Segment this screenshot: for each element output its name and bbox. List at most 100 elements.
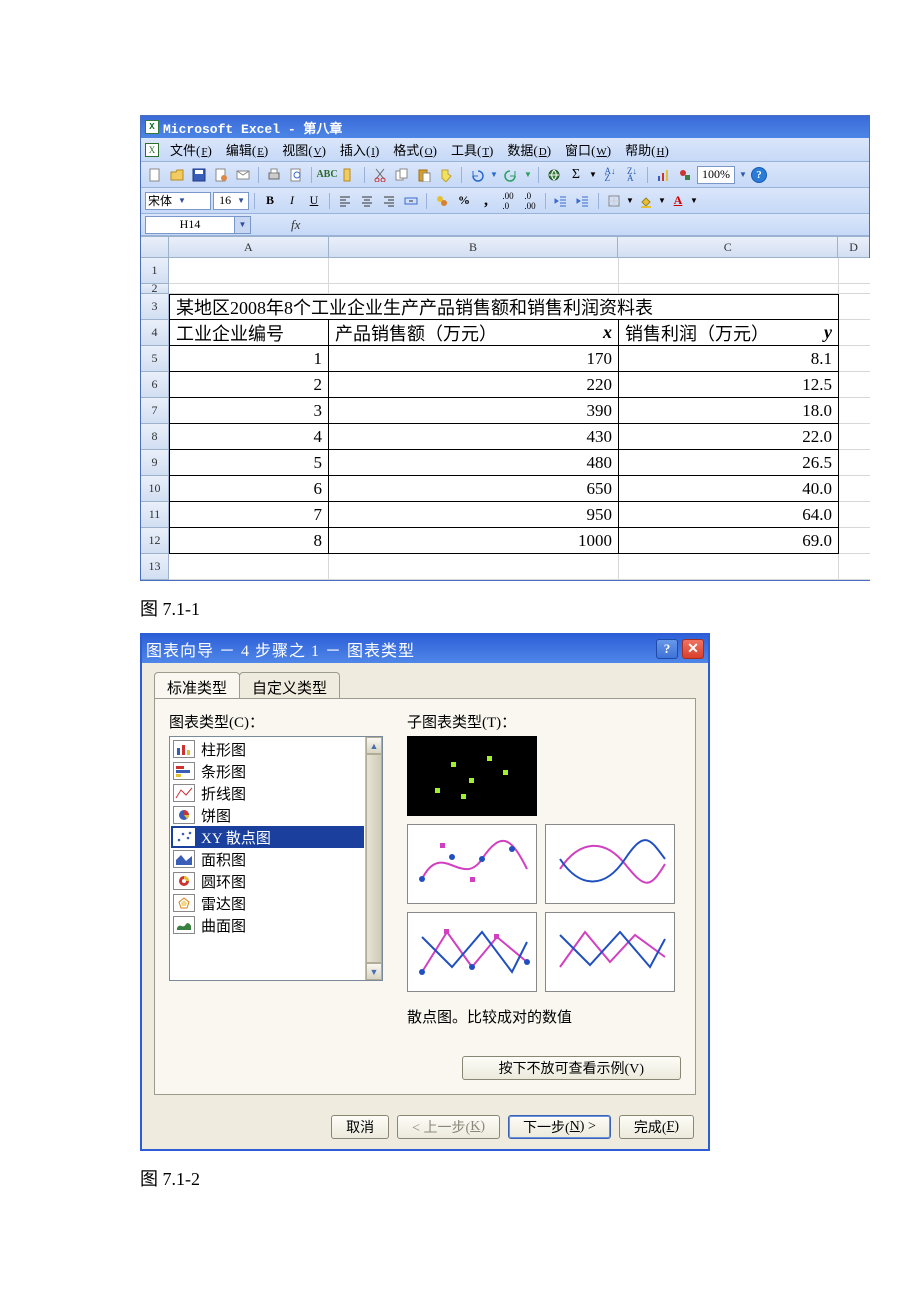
col-header-b[interactable]: B: [329, 237, 619, 258]
cut-icon[interactable]: [370, 165, 390, 185]
chart-type-radar[interactable]: 雷达图: [171, 892, 364, 914]
name-box[interactable]: H14: [145, 216, 235, 234]
underline-icon[interactable]: U: [304, 191, 324, 211]
col-header-c[interactable]: C: [618, 237, 838, 258]
align-left-icon[interactable]: [335, 191, 355, 211]
cell[interactable]: 26.5: [619, 450, 839, 476]
row-header[interactable]: 9: [141, 450, 169, 476]
cell[interactable]: 4: [169, 424, 329, 450]
menu-file[interactable]: 文件(F): [167, 138, 215, 161]
row-header[interactable]: 5: [141, 346, 169, 372]
menu-data[interactable]: 数据(D): [504, 138, 554, 161]
subtype-scatter-markers[interactable]: [407, 736, 537, 816]
cell[interactable]: [619, 258, 839, 284]
copy-icon[interactable]: [392, 165, 412, 185]
tab-custom-types[interactable]: 自定义类型: [239, 672, 340, 698]
menu-insert[interactable]: 插入(I): [337, 138, 382, 161]
row-header[interactable]: 8: [141, 424, 169, 450]
select-all-corner[interactable]: [141, 237, 169, 258]
fill-color-dropdown-icon[interactable]: ▼: [658, 191, 666, 211]
help-icon[interactable]: ?: [751, 167, 767, 183]
cell[interactable]: [839, 294, 870, 320]
spelling-icon[interactable]: ABC: [317, 165, 337, 185]
cell[interactable]: [839, 320, 870, 346]
cell[interactable]: [839, 528, 870, 554]
new-icon[interactable]: [145, 165, 165, 185]
scroll-thumb[interactable]: [366, 754, 382, 963]
row-header[interactable]: 13: [141, 554, 169, 580]
row-header[interactable]: 10: [141, 476, 169, 502]
cell[interactable]: 22.0: [619, 424, 839, 450]
row-header[interactable]: 7: [141, 398, 169, 424]
cell[interactable]: 18.0: [619, 398, 839, 424]
press-hold-sample-button[interactable]: 按下不放可查看示例(V): [462, 1056, 681, 1080]
borders-icon[interactable]: [604, 191, 624, 211]
cell[interactable]: 8: [169, 528, 329, 554]
research-icon[interactable]: [339, 165, 359, 185]
back-button[interactable]: < 上一步(K): [397, 1115, 500, 1139]
cell[interactable]: [169, 554, 329, 580]
chart-type-line[interactable]: 折线图: [171, 782, 364, 804]
menu-view[interactable]: 视图(V): [279, 138, 329, 161]
cell[interactable]: [169, 258, 329, 284]
menu-tools[interactable]: 工具(T): [448, 138, 496, 161]
cell[interactable]: [839, 450, 870, 476]
row-header[interactable]: 12: [141, 528, 169, 554]
menu-edit[interactable]: 编辑(E): [223, 138, 271, 161]
hyperlink-icon[interactable]: [544, 165, 564, 185]
row-header[interactable]: 3: [141, 294, 169, 320]
cell[interactable]: [839, 398, 870, 424]
cell[interactable]: [839, 284, 870, 294]
undo-icon[interactable]: [467, 165, 487, 185]
header-c[interactable]: 销售利润（万元）y: [619, 320, 839, 346]
cell[interactable]: 390: [329, 398, 619, 424]
cell[interactable]: 1000: [329, 528, 619, 554]
zoom-input[interactable]: 100%: [697, 166, 735, 184]
chart-type-pie[interactable]: 饼图: [171, 804, 364, 826]
redo-icon[interactable]: [501, 165, 521, 185]
scrollbar[interactable]: ▲ ▼: [365, 737, 382, 980]
font-name-selector[interactable]: 宋体▼: [145, 192, 211, 210]
drawing-icon[interactable]: [675, 165, 695, 185]
chart-type-column[interactable]: 柱形图: [171, 738, 364, 760]
permission-icon[interactable]: [211, 165, 231, 185]
chart-type-area[interactable]: 面积图: [171, 848, 364, 870]
format-painter-icon[interactable]: [436, 165, 456, 185]
comma-icon[interactable]: ,: [476, 191, 496, 211]
subtype-scatter-smooth-lines[interactable]: [545, 824, 675, 904]
col-header-a[interactable]: A: [169, 237, 329, 258]
cancel-button[interactable]: 取消: [331, 1115, 389, 1139]
cell[interactable]: [329, 258, 619, 284]
cell[interactable]: 650: [329, 476, 619, 502]
cell[interactable]: [839, 502, 870, 528]
cell[interactable]: [839, 476, 870, 502]
font-size-selector[interactable]: 16▼: [213, 192, 249, 210]
cell[interactable]: 950: [329, 502, 619, 528]
subtype-scatter-smooth-lines-markers[interactable]: [407, 824, 537, 904]
zoom-dropdown-icon[interactable]: ▼: [737, 165, 749, 185]
header-a[interactable]: 工业企业编号: [169, 320, 329, 346]
col-header-d[interactable]: D: [838, 237, 869, 258]
chart-type-xy-scatter[interactable]: XY 散点图: [171, 826, 364, 848]
cell[interactable]: [839, 424, 870, 450]
cell[interactable]: 1: [169, 346, 329, 372]
chart-type-bar[interactable]: 条形图: [171, 760, 364, 782]
cell[interactable]: 3: [169, 398, 329, 424]
decrease-indent-icon[interactable]: [551, 191, 571, 211]
cell[interactable]: [839, 346, 870, 372]
cell[interactable]: 8.1: [619, 346, 839, 372]
menu-help[interactable]: 帮助(H): [622, 138, 672, 161]
scroll-up-icon[interactable]: ▲: [366, 737, 382, 754]
tab-standard-types[interactable]: 标准类型: [154, 672, 240, 698]
cell[interactable]: 64.0: [619, 502, 839, 528]
align-center-icon[interactable]: [357, 191, 377, 211]
decrease-decimal-icon[interactable]: .0.00: [520, 191, 540, 211]
row-header[interactable]: 6: [141, 372, 169, 398]
cell[interactable]: [619, 554, 839, 580]
fill-color-icon[interactable]: [636, 191, 656, 211]
sort-asc-icon[interactable]: A↓Z: [600, 165, 620, 185]
scroll-down-icon[interactable]: ▼: [366, 963, 382, 980]
cell[interactable]: [839, 258, 870, 284]
sort-desc-icon[interactable]: Z↓A: [622, 165, 642, 185]
currency-icon[interactable]: [432, 191, 452, 211]
